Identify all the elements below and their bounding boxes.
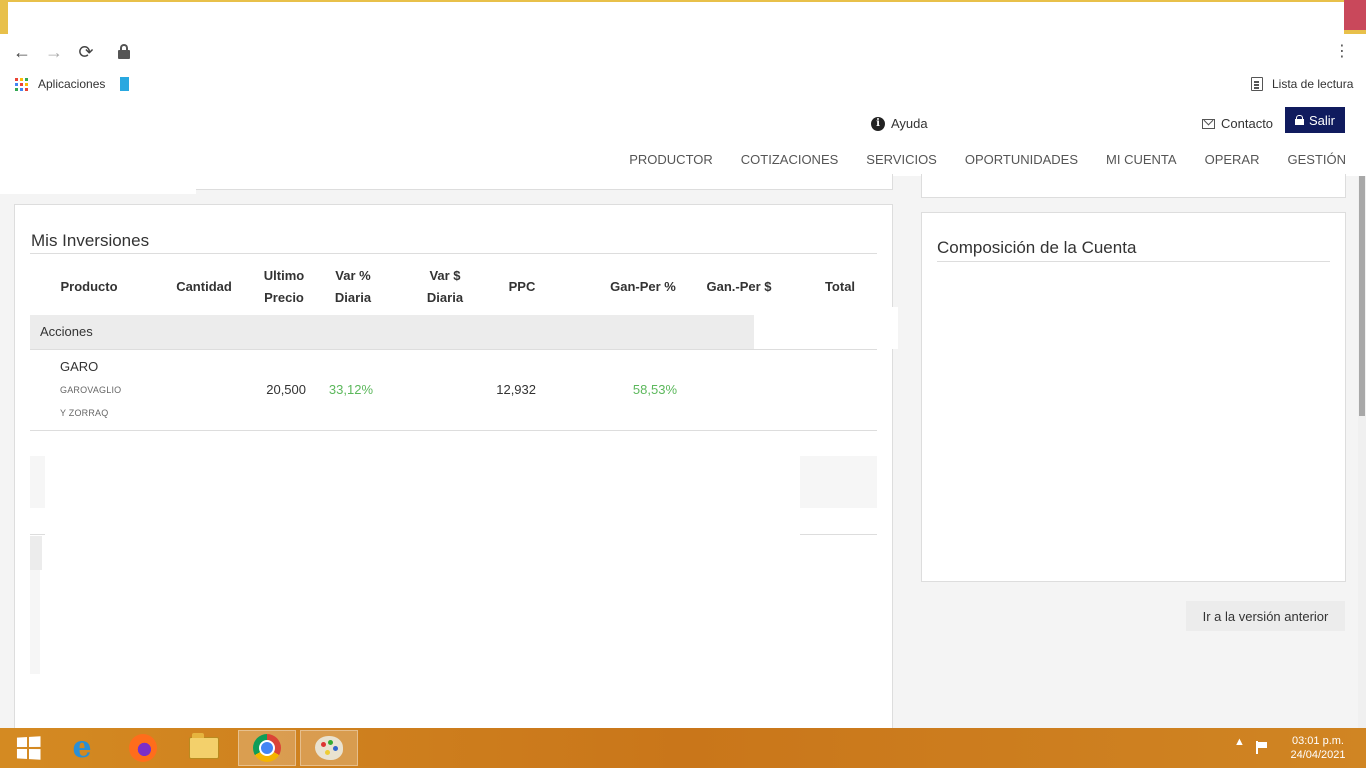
nav-operar[interactable]: OPERAR bbox=[1205, 152, 1260, 169]
nav-gestion[interactable]: GESTIÓN bbox=[1287, 152, 1346, 169]
start-button[interactable] bbox=[0, 730, 56, 766]
row-name-line1: GAROVAGLIO bbox=[60, 385, 122, 395]
folder-icon bbox=[189, 733, 219, 759]
taskbar-paint[interactable] bbox=[300, 730, 358, 766]
table-row-edge bbox=[30, 570, 40, 674]
col-producto[interactable]: Producto bbox=[44, 276, 134, 298]
browser-toolbar: ← → ⟳ ⋮ bbox=[0, 34, 1366, 70]
row-name-line2: Y ZORRAQ bbox=[60, 408, 109, 418]
redacted-area bbox=[45, 437, 800, 737]
group-row-acciones: Acciones bbox=[30, 315, 754, 349]
taskbar-firefox[interactable] bbox=[115, 730, 171, 766]
row-last-price: 20,500 bbox=[266, 382, 306, 397]
mail-icon bbox=[1202, 118, 1215, 129]
redacted-area bbox=[0, 98, 196, 194]
windows-logo-icon bbox=[16, 736, 41, 760]
reading-list-button[interactable]: Lista de lectura bbox=[1272, 77, 1353, 91]
help-link[interactable]: i Ayuda bbox=[871, 116, 928, 131]
lock-icon[interactable] bbox=[117, 44, 131, 60]
row-var-pct: 33,12% bbox=[328, 382, 373, 397]
main-nav: PRODUCTOR COTIZACIONES SERVICIOS OPORTUN… bbox=[629, 152, 1346, 176]
bookmark-apps[interactable]: Aplicaciones bbox=[38, 77, 105, 91]
composition-title: Composición de la Cuenta bbox=[937, 238, 1137, 257]
nav-oportunidades[interactable]: OPORTUNIDADES bbox=[965, 152, 1078, 169]
col-total[interactable]: Total bbox=[810, 276, 870, 298]
group-row-edge bbox=[30, 536, 42, 570]
nav-mi-cuenta[interactable]: MI CUENTA bbox=[1106, 152, 1177, 169]
col-gan-per-usd[interactable]: Gan.-Per $ bbox=[696, 276, 782, 298]
investments-title: Mis Inversiones bbox=[31, 231, 150, 250]
col-ultimo-precio[interactable]: Ultimo Precio bbox=[248, 265, 320, 309]
chrome-icon bbox=[253, 734, 281, 762]
info-icon: i bbox=[871, 116, 885, 131]
reading-list-icon[interactable] bbox=[1251, 77, 1263, 91]
row-gain-pct: 58,53% bbox=[632, 382, 677, 397]
row-divider bbox=[30, 430, 877, 431]
help-label: Ayuda bbox=[891, 116, 928, 131]
col-var-pct[interactable]: Var % Diaria bbox=[320, 265, 386, 309]
bookmarks-bar: Aplicaciones Lista de lectura bbox=[0, 70, 1366, 98]
nav-servicios[interactable]: SERVICIOS bbox=[866, 152, 937, 169]
taskbar-ie[interactable]: e bbox=[54, 730, 110, 766]
logout-label: Salir bbox=[1308, 112, 1335, 128]
row-ppc: 12,932 bbox=[496, 382, 536, 397]
row-ticker[interactable]: GARO bbox=[60, 359, 98, 374]
nav-productor[interactable]: PRODUCTOR bbox=[629, 152, 713, 176]
bookmark-favicon-icon[interactable] bbox=[120, 77, 129, 91]
apps-grid-icon[interactable] bbox=[15, 78, 28, 91]
forward-arrow-icon[interactable]: → bbox=[44, 42, 64, 62]
col-ppc[interactable]: PPC bbox=[492, 276, 552, 298]
composition-panel: Composición de la Cuenta bbox=[921, 212, 1346, 582]
site-header: i Ayuda Contacto Salir PRODUCTOR COTIZAC… bbox=[0, 98, 1366, 176]
contact-link[interactable]: Contacto bbox=[1202, 116, 1273, 131]
internet-explorer-icon: e bbox=[72, 730, 92, 765]
reload-icon[interactable]: ⟳ bbox=[76, 42, 96, 62]
lock-icon bbox=[1294, 115, 1304, 125]
col-cantidad[interactable]: Cantidad bbox=[164, 276, 244, 298]
taskbar-clock[interactable]: 03:01 p.m. 24/04/2021 bbox=[1280, 734, 1356, 762]
row-divider bbox=[30, 349, 877, 350]
tray-expand-icon[interactable]: ▲ bbox=[1234, 736, 1245, 748]
composition-divider bbox=[937, 261, 1330, 262]
clock-date: 24/04/2021 bbox=[1290, 749, 1346, 761]
group-label: Acciones bbox=[40, 324, 93, 339]
page-scrollbar[interactable] bbox=[1358, 176, 1366, 728]
logout-button[interactable]: Salir bbox=[1285, 107, 1345, 133]
firefox-icon bbox=[129, 734, 157, 762]
nav-cotizaciones[interactable]: COTIZACIONES bbox=[741, 152, 839, 176]
windows-taskbar: e ▲ 03:01 p.m. 24/04/2021 bbox=[0, 728, 1366, 768]
browser-tabstrip bbox=[0, 0, 1366, 34]
clock-time: 03:01 p.m. bbox=[1292, 735, 1344, 747]
contact-label: Contacto bbox=[1221, 116, 1274, 131]
col-gan-per-pct[interactable]: Gan-Per % bbox=[600, 276, 686, 298]
action-center-flag-icon[interactable] bbox=[1256, 741, 1268, 754]
col-var-usd[interactable]: Var $ Diaria bbox=[410, 265, 480, 309]
taskbar-chrome[interactable] bbox=[238, 730, 296, 766]
scrollbar-thumb[interactable] bbox=[1359, 176, 1365, 416]
title-divider bbox=[30, 253, 877, 254]
window-close-area[interactable] bbox=[1344, 0, 1366, 30]
top-right-panel bbox=[921, 174, 1346, 198]
browser-active-tab[interactable] bbox=[8, 0, 1344, 34]
previous-version-button[interactable]: Ir a la versión anterior bbox=[1186, 601, 1345, 631]
taskbar-explorer[interactable] bbox=[176, 730, 232, 766]
browser-menu-icon[interactable]: ⋮ bbox=[1334, 42, 1350, 62]
back-arrow-icon[interactable]: ← bbox=[12, 42, 32, 62]
paint-palette-icon bbox=[315, 736, 343, 760]
redacted-area bbox=[754, 307, 898, 349]
